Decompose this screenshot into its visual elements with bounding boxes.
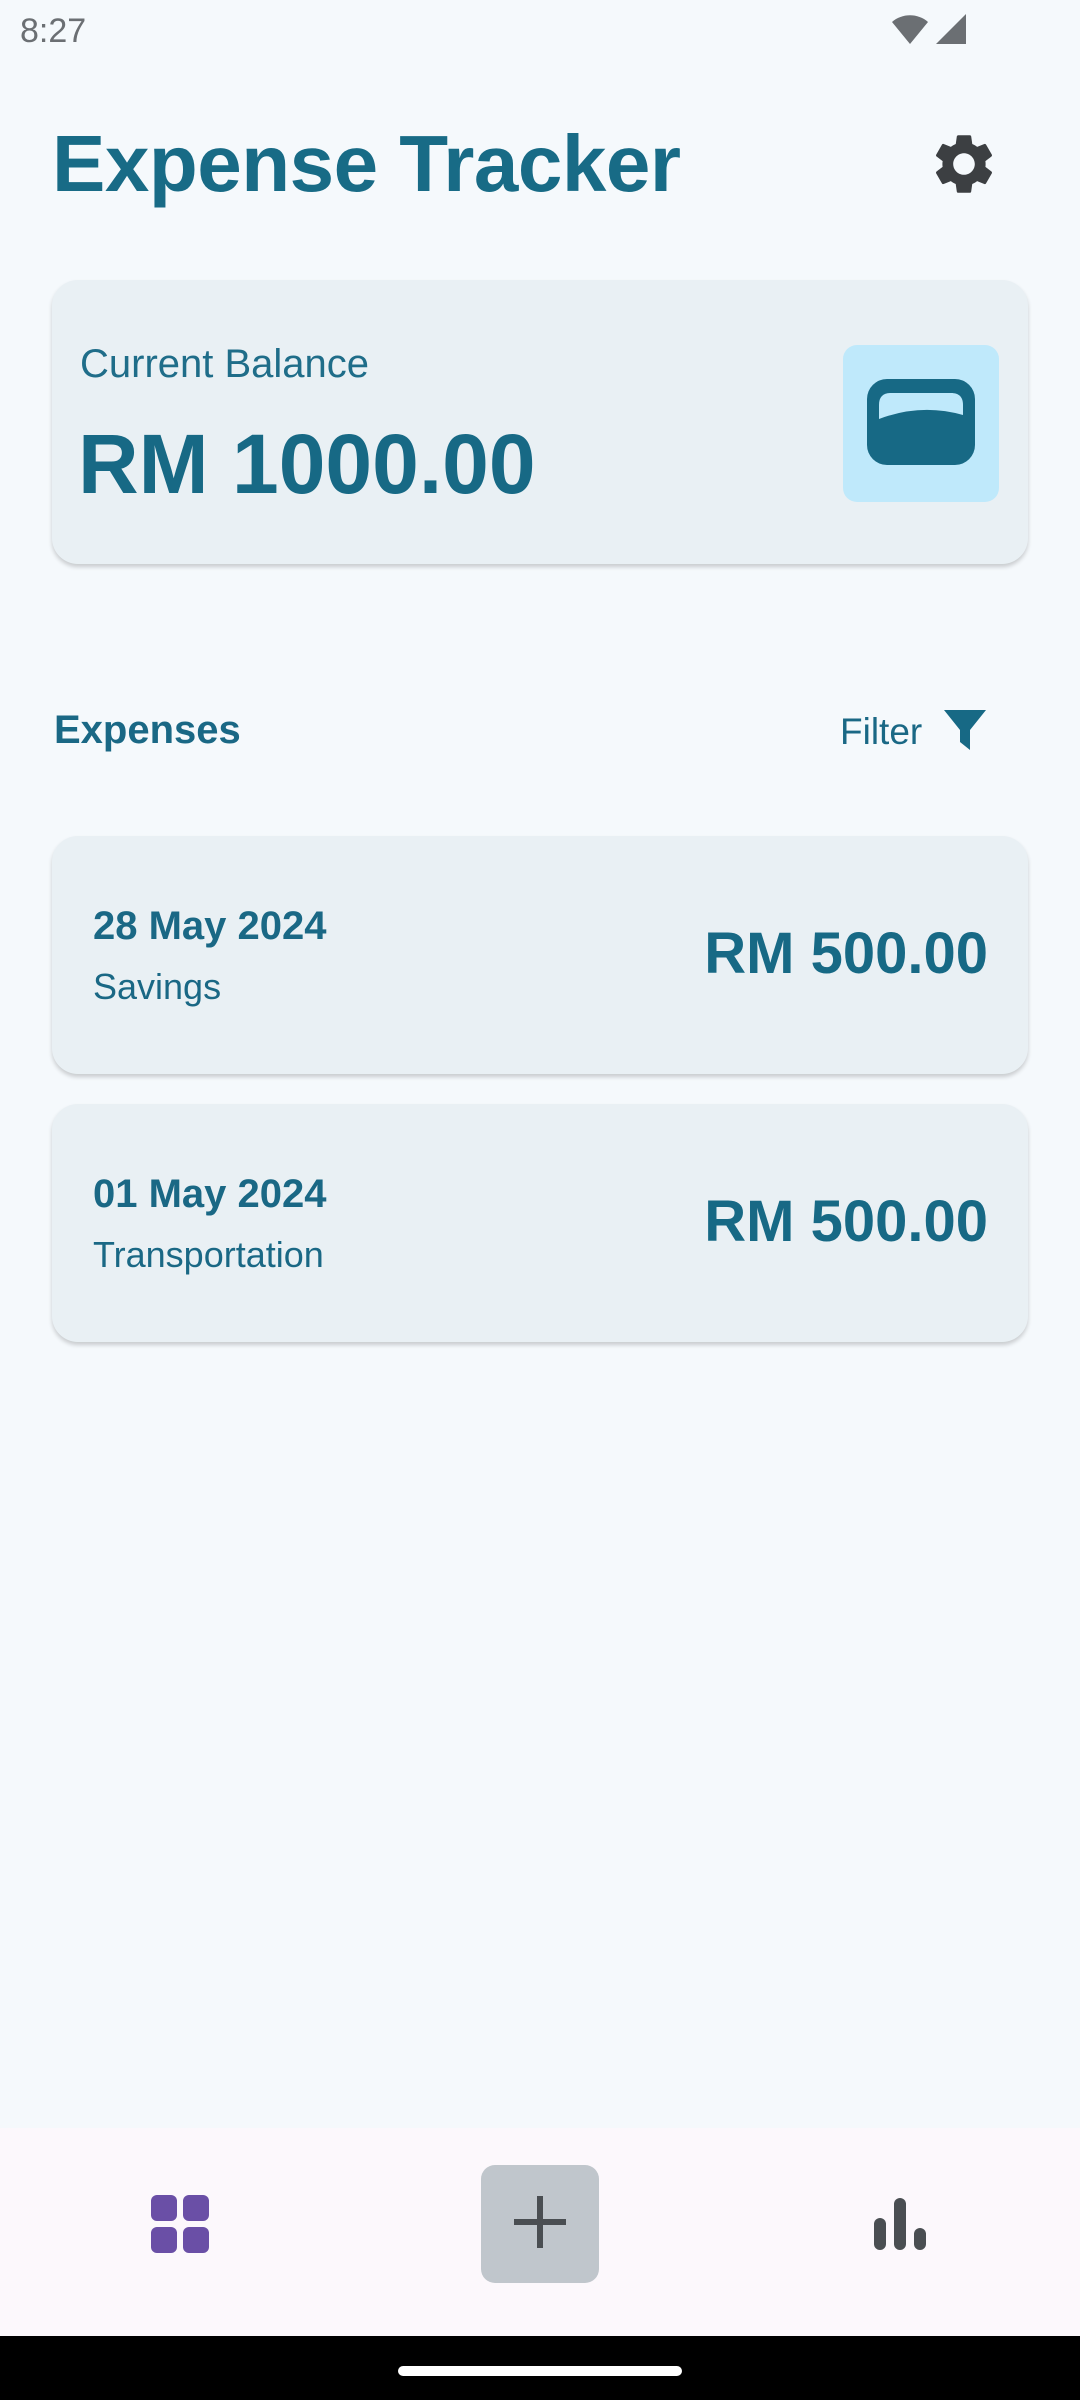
page-title: Expense Tracker <box>52 119 681 208</box>
wifi-icon <box>890 12 930 51</box>
expense-date: 28 May 2024 <box>93 904 327 948</box>
balance-amount: RM 1000.00 <box>78 417 536 511</box>
dashboard-grid-icon <box>149 2193 211 2260</box>
expense-date: 01 May 2024 <box>93 1172 327 1216</box>
wallet-icon <box>865 375 977 472</box>
expense-category: Transportation <box>93 1234 324 1275</box>
add-expense-button[interactable] <box>481 2165 599 2283</box>
nav-statistics-button[interactable] <box>860 2186 940 2266</box>
funnel-icon <box>942 708 988 757</box>
expense-amount: RM 500.00 <box>704 921 988 986</box>
system-gesture-bar <box>0 2336 1080 2400</box>
home-gesture-handle[interactable] <box>398 2366 682 2376</box>
expenses-heading: Expenses <box>54 708 241 752</box>
wallet-badge <box>843 345 999 502</box>
expense-list-item[interactable]: 28 May 2024 Savings RM 500.00 <box>52 836 1028 1074</box>
cell-signal-icon <box>934 12 968 51</box>
expense-list-item[interactable]: 01 May 2024 Transportation RM 500.00 <box>52 1104 1028 1342</box>
plus-icon <box>512 2194 568 2255</box>
filter-label: Filter <box>840 711 923 752</box>
status-bar: 8:27 <box>0 0 1080 64</box>
balance-card: Current Balance RM 1000.00 <box>52 280 1028 564</box>
status-icons <box>890 12 968 51</box>
status-time: 8:27 <box>20 12 87 50</box>
expense-amount: RM 500.00 <box>704 1189 988 1254</box>
nav-dashboard-button[interactable] <box>140 2186 220 2266</box>
balance-label: Current Balance <box>80 342 370 386</box>
bottom-navigation <box>0 2128 1080 2336</box>
gear-icon <box>928 135 1000 204</box>
filter-button[interactable]: Filter <box>840 700 988 764</box>
settings-button[interactable] <box>928 128 1000 200</box>
bar-chart-icon <box>872 2196 928 2257</box>
expense-category: Savings <box>93 966 222 1007</box>
